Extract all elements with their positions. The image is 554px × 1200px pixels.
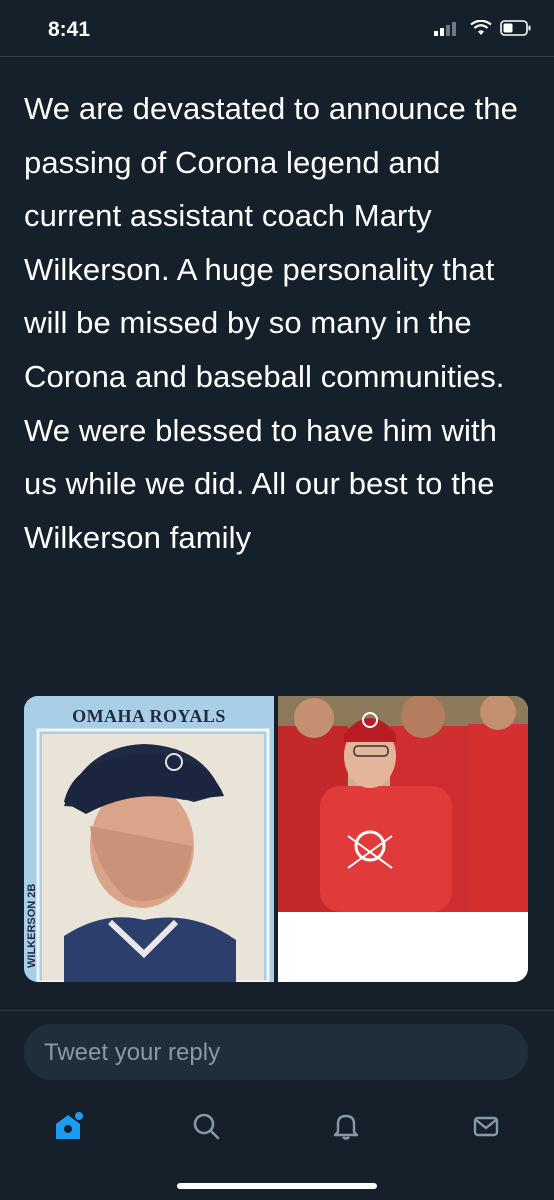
team-photo-image[interactable]	[278, 696, 528, 982]
reply-input[interactable]	[42, 1024, 516, 1082]
wifi-icon	[470, 19, 492, 41]
cellular-signal-icon	[434, 20, 462, 41]
home-indicator	[177, 1183, 377, 1189]
notifications-icon[interactable]	[326, 1106, 366, 1146]
baseball-card-image[interactable]: OMAHA ROYALS WILKERSON 2B	[24, 696, 274, 982]
messages-icon[interactable]	[466, 1106, 506, 1146]
home-icon[interactable]	[48, 1106, 88, 1146]
status-icons	[434, 19, 532, 41]
card-title: OMAHA ROYALS	[72, 706, 226, 726]
reply-divider	[0, 1010, 554, 1011]
search-icon[interactable]	[186, 1106, 226, 1146]
tweet-text: We are devastated to announce the passin…	[24, 91, 518, 555]
status-bar: 8:41	[0, 0, 554, 57]
status-time: 8:41	[48, 18, 91, 41]
battery-icon	[500, 20, 532, 41]
bottom-tab-bar	[0, 1096, 554, 1156]
reply-box[interactable]	[24, 1024, 528, 1082]
tweet-media-grid[interactable]: OMAHA ROYALS WILKERSON 2B	[24, 696, 528, 982]
card-name: WILKERSON 2B	[26, 883, 38, 969]
